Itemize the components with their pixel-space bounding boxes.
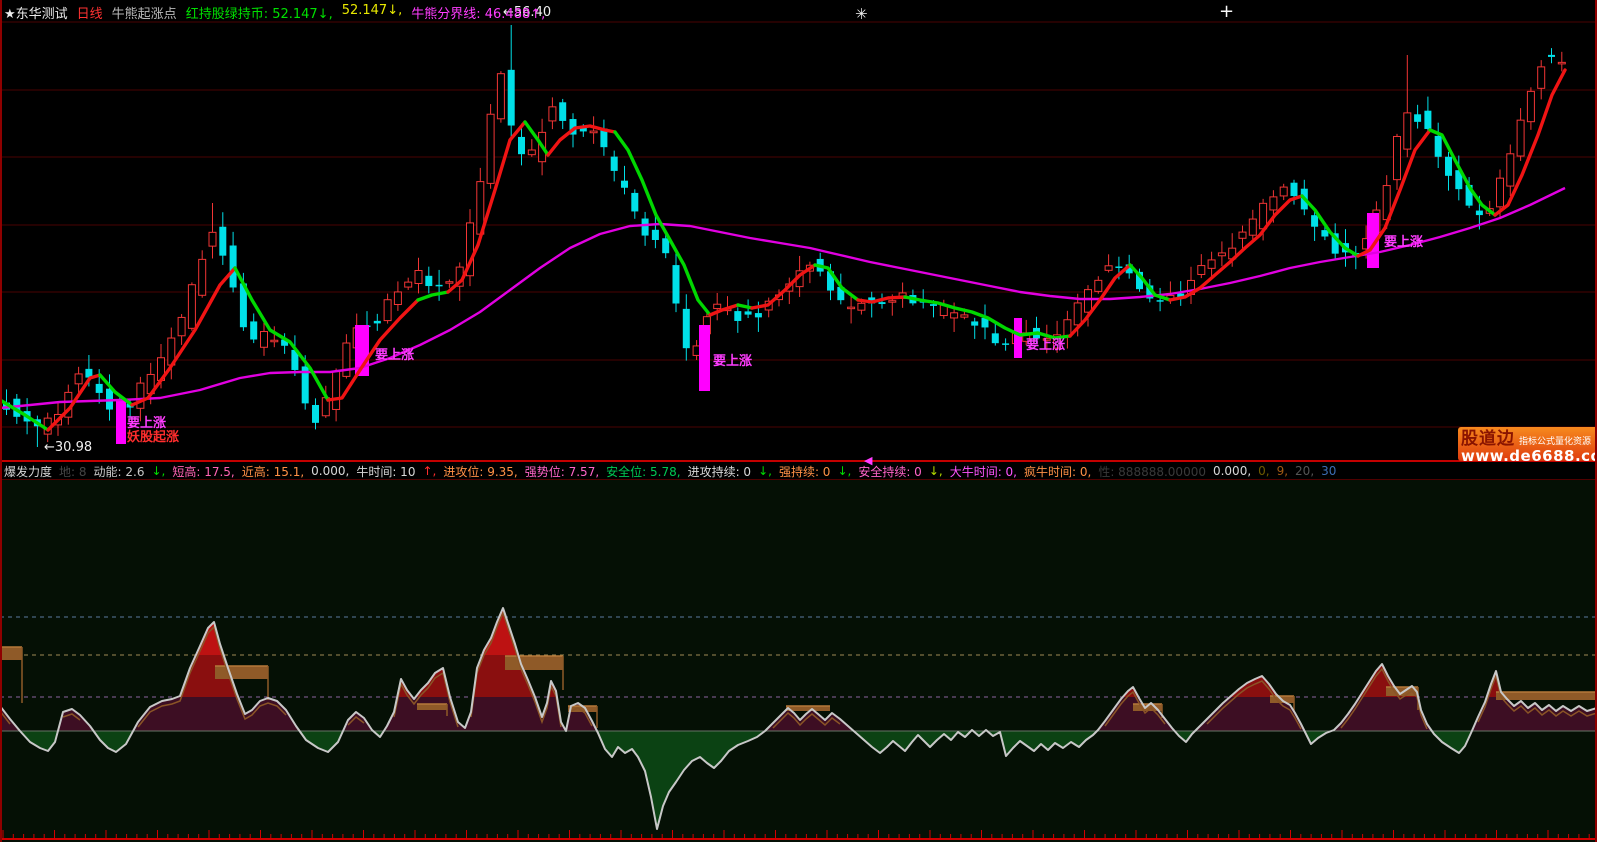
indicator-segment-11: 安全位: 5.78, <box>606 463 680 480</box>
gridlines-layer <box>0 22 1597 427</box>
signal-label-0: 要上涨 <box>127 417 166 430</box>
indicator-segment-9: 进攻位: 9.35, <box>443 463 517 480</box>
indicator-segment-15: ↓, <box>837 464 851 478</box>
signal-label-1: 妖股起涨 <box>127 431 179 444</box>
indicator-segment-5: 近高: 15.1, <box>242 463 304 480</box>
watermark-ad[interactable]: 股道边 指标公式量化资源 www.de6688.com <box>1458 427 1597 461</box>
header-segment-5: 牛熊分界线: 46.488↑, <box>411 3 545 21</box>
indicator-segment-6: 0.000, <box>311 464 349 478</box>
indicator-segment-24: 20, <box>1295 464 1314 478</box>
header-segment-1: 日线 <box>77 3 103 21</box>
header-segment-3: 红持股绿持币: 52.147↓, <box>186 3 333 21</box>
indicator-segment-23: 9, <box>1277 464 1288 478</box>
indicator-segment-17: ↓, <box>929 464 943 478</box>
candlestick-series <box>3 25 1565 447</box>
left-border <box>0 0 2 842</box>
header-segment-2: 牛熊起涨点 <box>112 3 177 21</box>
signal-label-5: 要上涨 <box>1384 236 1423 249</box>
main-chart-header: ★东华测试日线牛熊起涨点红持股绿持币: 52.147↓, 52.147↓, 牛熊分界… <box>4 3 1597 21</box>
indicator-segment-8: ↑, <box>422 464 436 478</box>
indicator-segment-2: 动能: 2.6 <box>94 463 145 480</box>
sub-indicator-chart[interactable] <box>0 480 1597 842</box>
watermark-brand: 股道边 <box>1461 424 1515 449</box>
signal-label-3: 要上涨 <box>713 355 752 368</box>
watermark-tagline: 指标公式量化资源 <box>1519 434 1591 447</box>
header-segment-4: 52.147↓, <box>342 3 403 21</box>
indicator-segment-19: 疯牛时间: 0, <box>1024 463 1091 480</box>
sub-indicator-header: 爆发力度地: 8 动能: 2.6 ↓, 短高: 17.5, 近高: 15.1, 0.000… <box>4 463 1597 479</box>
indicator-segment-10: 强势位: 7.57, <box>525 463 599 480</box>
indicator-segment-20: 性: 888888.00000 <box>1098 463 1206 480</box>
indicator-segment-0: 爆发力度 <box>4 463 52 480</box>
indicator-segment-16: 安全持续: 0 <box>858 463 922 480</box>
signal-label-4: 要上涨 <box>1026 339 1065 352</box>
indicator-segment-21: 0.000, <box>1213 464 1251 478</box>
indicator-segment-14: 强持续: 0 <box>779 463 831 480</box>
indicator-segment-3: ↓, <box>151 464 165 478</box>
indicator-segment-13: ↓, <box>758 464 772 478</box>
watermark-url: www.de6688.com <box>1461 447 1597 465</box>
trading-terminal-screen: ★东华测试日线牛熊起涨点红持股绿持币: 52.147↓, 52.147↓, 牛熊分界… <box>0 0 1597 842</box>
indicator-segment-18: 大牛时间: 0, <box>950 463 1017 480</box>
indicator-segment-22: 0, <box>1258 464 1269 478</box>
threshold-dashed-lines <box>0 617 1597 697</box>
indicator-segment-1: 地: 8 <box>59 463 87 480</box>
indicator-segment-12: 进攻持续: 0 <box>688 463 752 480</box>
indicator-segment-4: 短高: 17.5, <box>172 463 234 480</box>
indicator-segment-7: 牛时间: 10 <box>356 463 415 480</box>
bottom-axis <box>0 830 1597 839</box>
indicator-segment-25: 30 <box>1321 464 1336 478</box>
header-segment-0: ★东华测试 <box>4 3 68 21</box>
main-candlestick-chart[interactable] <box>0 0 1597 461</box>
signal-label-2: 要上涨 <box>375 349 414 362</box>
low-price-label: ←30.98 <box>44 441 92 454</box>
